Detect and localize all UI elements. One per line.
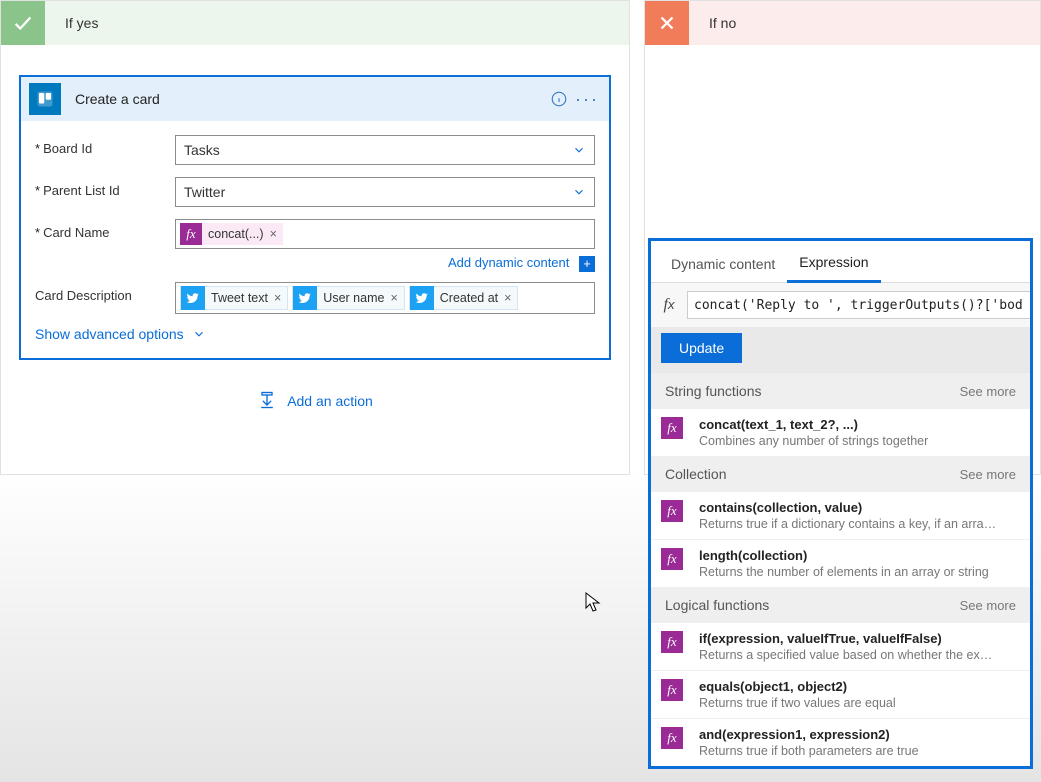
function-signature: if(expression, valueIfTrue, valueIfFalse…	[699, 631, 999, 646]
function-description: Returns a specified value based on wheth…	[699, 648, 999, 662]
expression-token[interactable]: fx concat(...) ×	[180, 223, 283, 245]
dynamic-token-text: Tweet text	[211, 291, 268, 305]
field-card-name: Card Name fx concat(...) ×	[35, 219, 595, 249]
tab-expression[interactable]: Expression	[787, 244, 880, 283]
chevron-down-icon	[572, 143, 586, 157]
section-title: String functions	[665, 383, 762, 399]
function-contains[interactable]: fx contains(collection, value) Returns t…	[651, 492, 1030, 539]
fx-icon: fx	[661, 500, 683, 522]
tab-dynamic-content[interactable]: Dynamic content	[659, 246, 787, 282]
function-description: Returns the number of elements in an arr…	[699, 565, 989, 579]
chevron-down-icon	[192, 327, 206, 341]
label-board-id: Board Id	[35, 135, 175, 156]
fx-icon: fx	[180, 223, 202, 245]
fx-icon: fx	[661, 631, 683, 653]
show-advanced-options[interactable]: Show advanced options	[35, 326, 595, 342]
label-card-name: Card Name	[35, 219, 175, 240]
function-if[interactable]: fx if(expression, valueIfTrue, valueIfFa…	[651, 623, 1030, 670]
trello-icon	[29, 83, 61, 115]
expression-input[interactable]: concat('Reply to ', triggerOutputs()?['b…	[687, 291, 1030, 319]
add-dynamic-content-row: Add dynamic content +	[175, 255, 595, 272]
function-signature: contains(collection, value)	[699, 500, 999, 515]
card-title: Create a card	[75, 91, 545, 107]
section-collection: Collection See more	[651, 456, 1030, 492]
add-an-action-button[interactable]: Add an action	[1, 390, 629, 413]
section-title: Logical functions	[665, 597, 769, 613]
check-icon	[1, 1, 45, 45]
see-more-link[interactable]: See more	[960, 598, 1016, 613]
if-no-header: If no	[645, 1, 1040, 45]
input-card-name[interactable]: fx concat(...) ×	[175, 219, 595, 249]
twitter-icon	[410, 286, 434, 310]
select-board-id-value: Tasks	[184, 142, 220, 158]
function-description: Returns true if both parameters are true	[699, 744, 919, 758]
if-yes-branch: If yes Create a card ··· Board Id Tasks	[0, 0, 630, 475]
fx-icon: fx	[661, 548, 683, 570]
function-length[interactable]: fx length(collection) Returns the number…	[651, 540, 1030, 587]
token-remove-icon[interactable]: ×	[504, 291, 511, 305]
x-icon	[645, 1, 689, 45]
function-concat[interactable]: fx concat(text_1, text_2?, ...) Combines…	[651, 409, 1030, 456]
twitter-icon	[181, 286, 205, 310]
expression-panel: Dynamic content Expression fx concat('Re…	[648, 238, 1033, 769]
see-more-link[interactable]: See more	[960, 467, 1016, 482]
token-remove-icon[interactable]: ×	[390, 291, 397, 305]
add-action-icon	[257, 390, 277, 413]
fx-icon: fx	[651, 296, 687, 314]
chevron-down-icon	[572, 185, 586, 199]
token-remove-icon[interactable]: ×	[274, 291, 281, 305]
dynamic-token[interactable]: User name ×	[292, 286, 404, 310]
select-board-id[interactable]: Tasks	[175, 135, 595, 165]
if-no-title: If no	[709, 15, 736, 31]
dynamic-token-text: Created at	[440, 291, 498, 305]
select-parent-list-id-value: Twitter	[184, 184, 225, 200]
function-equals[interactable]: fx equals(object1, object2) Returns true…	[651, 671, 1030, 718]
info-icon[interactable]	[545, 85, 573, 113]
fx-icon: fx	[661, 727, 683, 749]
add-an-action-label: Add an action	[287, 393, 373, 409]
mouse-cursor-icon	[585, 592, 601, 614]
card-body: Board Id Tasks Parent List Id Twitter	[21, 121, 609, 358]
add-dynamic-content-link[interactable]: Add dynamic content	[448, 255, 569, 270]
dynamic-token[interactable]: Created at ×	[409, 286, 519, 310]
function-description: Returns true if two values are equal	[699, 696, 896, 710]
function-signature: and(expression1, expression2)	[699, 727, 919, 742]
show-advanced-options-label: Show advanced options	[35, 326, 184, 342]
function-signature: length(collection)	[699, 548, 989, 563]
field-board-id: Board Id Tasks	[35, 135, 595, 165]
expression-button-row: Update	[651, 327, 1030, 373]
dynamic-token[interactable]: Tweet text ×	[180, 286, 288, 310]
if-yes-header: If yes	[1, 1, 629, 45]
card-header[interactable]: Create a card ···	[21, 77, 609, 121]
function-and[interactable]: fx and(expression1, expression2) Returns…	[651, 719, 1030, 766]
action-card-create-a-card: Create a card ··· Board Id Tasks Parent …	[19, 75, 611, 360]
function-signature: equals(object1, object2)	[699, 679, 896, 694]
field-card-description: Card Description Tweet text × User name …	[35, 282, 595, 314]
expression-token-text: concat(...)	[208, 227, 264, 241]
fx-icon: fx	[661, 679, 683, 701]
section-title: Collection	[665, 466, 726, 482]
label-card-description: Card Description	[35, 282, 175, 303]
more-icon[interactable]: ···	[573, 89, 601, 110]
fx-icon: fx	[661, 417, 683, 439]
expression-input-row: fx concat('Reply to ', triggerOutputs()?…	[651, 283, 1030, 327]
expression-tabs: Dynamic content Expression	[651, 241, 1030, 283]
dynamic-token-text: User name	[323, 291, 384, 305]
field-parent-list-id: Parent List Id Twitter	[35, 177, 595, 207]
section-string-functions: String functions See more	[651, 373, 1030, 409]
section-logical-functions: Logical functions See more	[651, 587, 1030, 623]
select-parent-list-id[interactable]: Twitter	[175, 177, 595, 207]
function-description: Returns true if a dictionary contains a …	[699, 517, 999, 531]
label-parent-list-id: Parent List Id	[35, 177, 175, 198]
input-card-description[interactable]: Tweet text × User name × Created at ×	[175, 282, 595, 314]
function-signature: concat(text_1, text_2?, ...)	[699, 417, 928, 432]
token-remove-icon[interactable]: ×	[270, 227, 277, 241]
update-button[interactable]: Update	[661, 333, 742, 363]
add-dynamic-content-button[interactable]: +	[579, 256, 595, 272]
twitter-icon	[293, 286, 317, 310]
if-yes-title: If yes	[65, 15, 98, 31]
see-more-link[interactable]: See more	[960, 384, 1016, 399]
function-description: Combines any number of strings together	[699, 434, 928, 448]
